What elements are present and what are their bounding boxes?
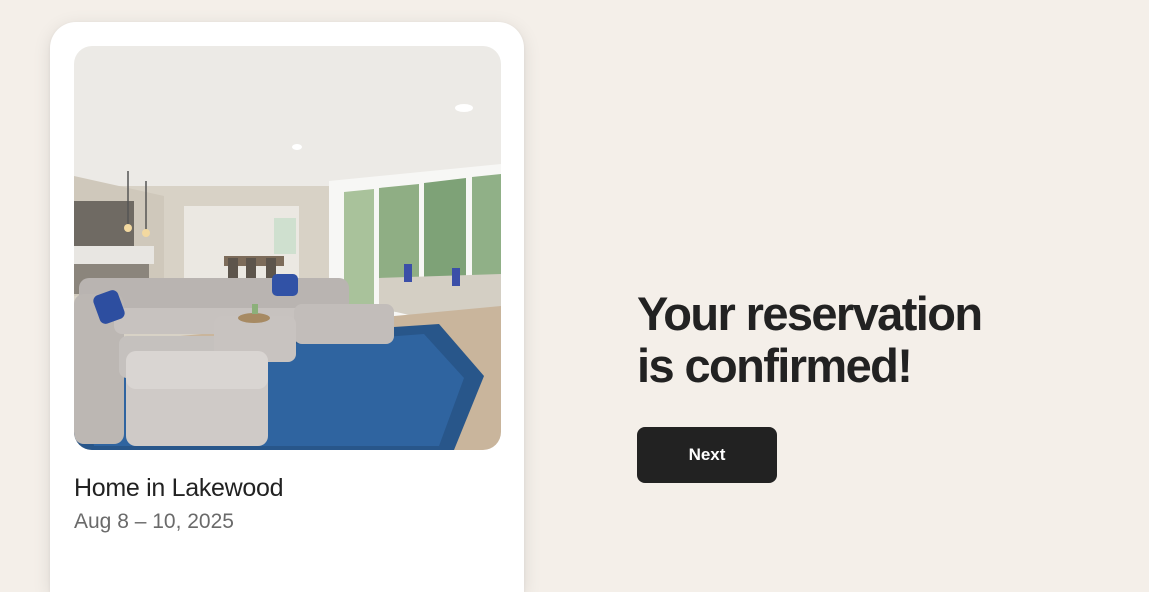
next-button[interactable]: Next [637,427,777,483]
listing-photo [74,46,501,450]
listing-title: Home in Lakewood [74,474,284,502]
headline-line-1: Your reservation [637,287,983,340]
headline-line-2: is confirmed! [637,339,913,392]
listing-dates: Aug 8 – 10, 2025 [74,510,234,533]
listing-card: Home in Lakewood Aug 8 – 10, 2025 [50,22,524,592]
confirmation-headline: Your reservation is confirmed! [637,288,1117,392]
